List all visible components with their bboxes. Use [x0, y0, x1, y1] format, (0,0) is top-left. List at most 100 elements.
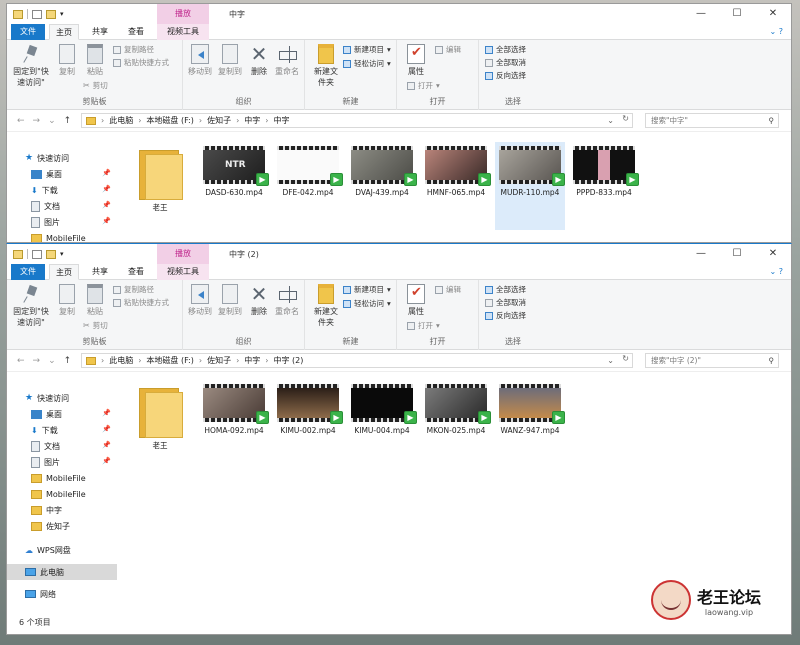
- sidebar-item-zhongzi[interactable]: 中字: [7, 502, 117, 518]
- copy-to-button[interactable]: 复制到: [217, 44, 243, 77]
- select-none-button[interactable]: 全部取消: [485, 297, 526, 308]
- edit-button[interactable]: 编辑: [435, 44, 461, 55]
- tab-share[interactable]: 共享: [85, 264, 115, 280]
- edit-button[interactable]: 编辑: [435, 284, 461, 295]
- pin-quick-access-button[interactable]: 固定到"快速访问": [11, 44, 51, 88]
- easy-access-button[interactable]: 轻松访问 ▾: [343, 58, 391, 69]
- move-to-button[interactable]: 移动到: [187, 284, 213, 317]
- video-file-item[interactable]: ▶ WANZ-947.mp4: [495, 380, 565, 435]
- sidebar-item-quick-access[interactable]: ★ 快速访问: [7, 150, 117, 166]
- breadcrumb-item[interactable]: 中字: [244, 355, 260, 366]
- pin-quick-access-button[interactable]: 固定到"快速访问": [11, 284, 51, 328]
- sidebar-item-zuozhizi[interactable]: 佐知子: [7, 518, 117, 534]
- minimize-button[interactable]: —: [683, 4, 719, 24]
- sidebar-item-quick-access[interactable]: ★ 快速访问: [7, 390, 117, 406]
- video-file-item[interactable]: NTR ▶ DASD-630.mp4: [199, 142, 269, 197]
- up-icon[interactable]: ↑: [64, 356, 72, 366]
- sidebar-item-this-pc[interactable]: 此电脑: [7, 564, 117, 580]
- video-file-item[interactable]: ▶ KIMU-002.mp4: [273, 380, 343, 435]
- folder-item[interactable]: 老王: [125, 380, 195, 451]
- close-button[interactable]: ✕: [755, 244, 791, 264]
- properties-button[interactable]: 属性: [403, 284, 429, 317]
- delete-button[interactable]: ✕ 删除: [247, 44, 271, 77]
- video-file-item[interactable]: ▶ HOMA-092.mp4: [199, 380, 269, 435]
- tab-share[interactable]: 共享: [85, 24, 115, 40]
- breadcrumb-item[interactable]: 本地磁盘 (F:): [146, 115, 193, 126]
- customize-qat-icon[interactable]: ▾: [60, 10, 64, 18]
- open-button[interactable]: 打开 ▾: [407, 320, 440, 331]
- video-file-item[interactable]: ▶ MKON-025.mp4: [421, 380, 491, 435]
- cut-button[interactable]: ✂ 剪切: [83, 320, 108, 331]
- customize-qat-icon[interactable]: ▾: [60, 250, 64, 258]
- new-item-button[interactable]: 新建项目 ▾: [343, 44, 391, 55]
- copy-path-button[interactable]: 复制路径: [113, 284, 154, 295]
- copy-to-button[interactable]: 复制到: [217, 284, 243, 317]
- sidebar-item-downloads[interactable]: ⬇ 下载 📌: [7, 182, 117, 198]
- select-all-button[interactable]: 全部选择: [485, 44, 526, 55]
- copy-path-button[interactable]: 复制路径: [113, 44, 154, 55]
- tab-video-tools[interactable]: 视频工具: [157, 24, 209, 40]
- move-to-button[interactable]: 移动到: [187, 44, 213, 77]
- delete-button[interactable]: ✕ 删除: [247, 284, 271, 317]
- sidebar-item-desktop[interactable]: 桌面 📌: [7, 166, 117, 182]
- tab-home[interactable]: 主页: [49, 24, 79, 40]
- invert-selection-button[interactable]: 反向选择: [485, 310, 526, 321]
- properties-icon[interactable]: [32, 9, 42, 19]
- properties-icon[interactable]: [32, 249, 42, 259]
- open-button[interactable]: 打开 ▾: [407, 80, 440, 91]
- refresh-icon[interactable]: ↻: [622, 354, 629, 363]
- new-folder-button[interactable]: 新建文件夹: [311, 44, 341, 88]
- video-file-item[interactable]: ▶ DVAJ-439.mp4: [347, 142, 417, 197]
- up-icon[interactable]: ↑: [64, 116, 72, 126]
- tab-view[interactable]: 查看: [121, 24, 151, 40]
- back-icon[interactable]: ←: [17, 356, 25, 366]
- new-folder-icon[interactable]: [46, 9, 56, 19]
- search-input[interactable]: 搜索"中字" ⚲: [645, 113, 779, 128]
- back-icon[interactable]: ←: [17, 116, 25, 126]
- breadcrumb-item[interactable]: 此电脑: [109, 355, 133, 366]
- breadcrumb-item[interactable]: 此电脑: [109, 115, 133, 126]
- minimize-button[interactable]: —: [683, 244, 719, 264]
- tab-file[interactable]: 文件: [11, 24, 45, 40]
- cut-button[interactable]: ✂ 剪切: [83, 80, 108, 91]
- video-file-item[interactable]: ▶ DFE-042.mp4: [273, 142, 343, 197]
- forward-icon[interactable]: →: [33, 116, 41, 126]
- tab-video-tools[interactable]: 视频工具: [157, 264, 209, 280]
- breadcrumb-item[interactable]: 佐知子: [207, 115, 231, 126]
- paste-button[interactable]: 粘贴: [83, 44, 107, 77]
- tab-home[interactable]: 主页: [49, 264, 79, 280]
- sidebar-item-downloads[interactable]: ⬇ 下载 📌: [7, 422, 117, 438]
- tab-file[interactable]: 文件: [11, 264, 45, 280]
- sidebar-item-network[interactable]: 网络: [7, 586, 117, 602]
- help-icon[interactable]: ⌄ ?: [770, 267, 784, 276]
- sidebar-item-desktop[interactable]: 桌面 📌: [7, 406, 117, 422]
- folder-item[interactable]: 老王: [125, 142, 195, 213]
- properties-button[interactable]: 属性: [403, 44, 429, 77]
- sidebar-item-pictures[interactable]: 图片 📌: [7, 214, 117, 230]
- sidebar-item-mobilefile[interactable]: MobileFile: [7, 230, 117, 242]
- video-file-item-selected[interactable]: ▶ MUDR-110.mp4: [495, 142, 565, 230]
- breadcrumb-item[interactable]: 佐知子: [207, 355, 231, 366]
- video-file-item[interactable]: ▶ PPPD-833.mp4: [569, 142, 639, 197]
- select-all-button[interactable]: 全部选择: [485, 284, 526, 295]
- new-folder-button[interactable]: 新建文件夹: [311, 284, 341, 328]
- sidebar-item-pictures[interactable]: 图片 📌: [7, 454, 117, 470]
- close-button[interactable]: ✕: [755, 4, 791, 24]
- select-none-button[interactable]: 全部取消: [485, 57, 526, 68]
- tab-view[interactable]: 查看: [121, 264, 151, 280]
- breadcrumb-item[interactable]: 本地磁盘 (F:): [146, 355, 193, 366]
- search-input[interactable]: 搜索"中字 (2)" ⚲: [645, 353, 779, 368]
- sidebar-item-mobilefile[interactable]: MobileFile: [7, 486, 117, 502]
- forward-icon[interactable]: →: [33, 356, 41, 366]
- rename-button[interactable]: 重命名: [273, 44, 301, 77]
- video-file-item[interactable]: ▶ HMNF-065.mp4: [421, 142, 491, 197]
- sidebar-item-mobilefile[interactable]: MobileFile: [7, 470, 117, 486]
- sidebar-item-documents[interactable]: 文档 📌: [7, 198, 117, 214]
- invert-selection-button[interactable]: 反向选择: [485, 70, 526, 81]
- easy-access-button[interactable]: 轻松访问 ▾: [343, 298, 391, 309]
- rename-button[interactable]: 重命名: [273, 284, 301, 317]
- breadcrumb-item[interactable]: 中字: [273, 115, 289, 126]
- sidebar-item-wps-cloud[interactable]: ☁ WPS网盘: [7, 542, 117, 558]
- breadcrumb-item[interactable]: 中字: [244, 115, 260, 126]
- breadcrumb-item[interactable]: 中字 (2): [273, 355, 303, 366]
